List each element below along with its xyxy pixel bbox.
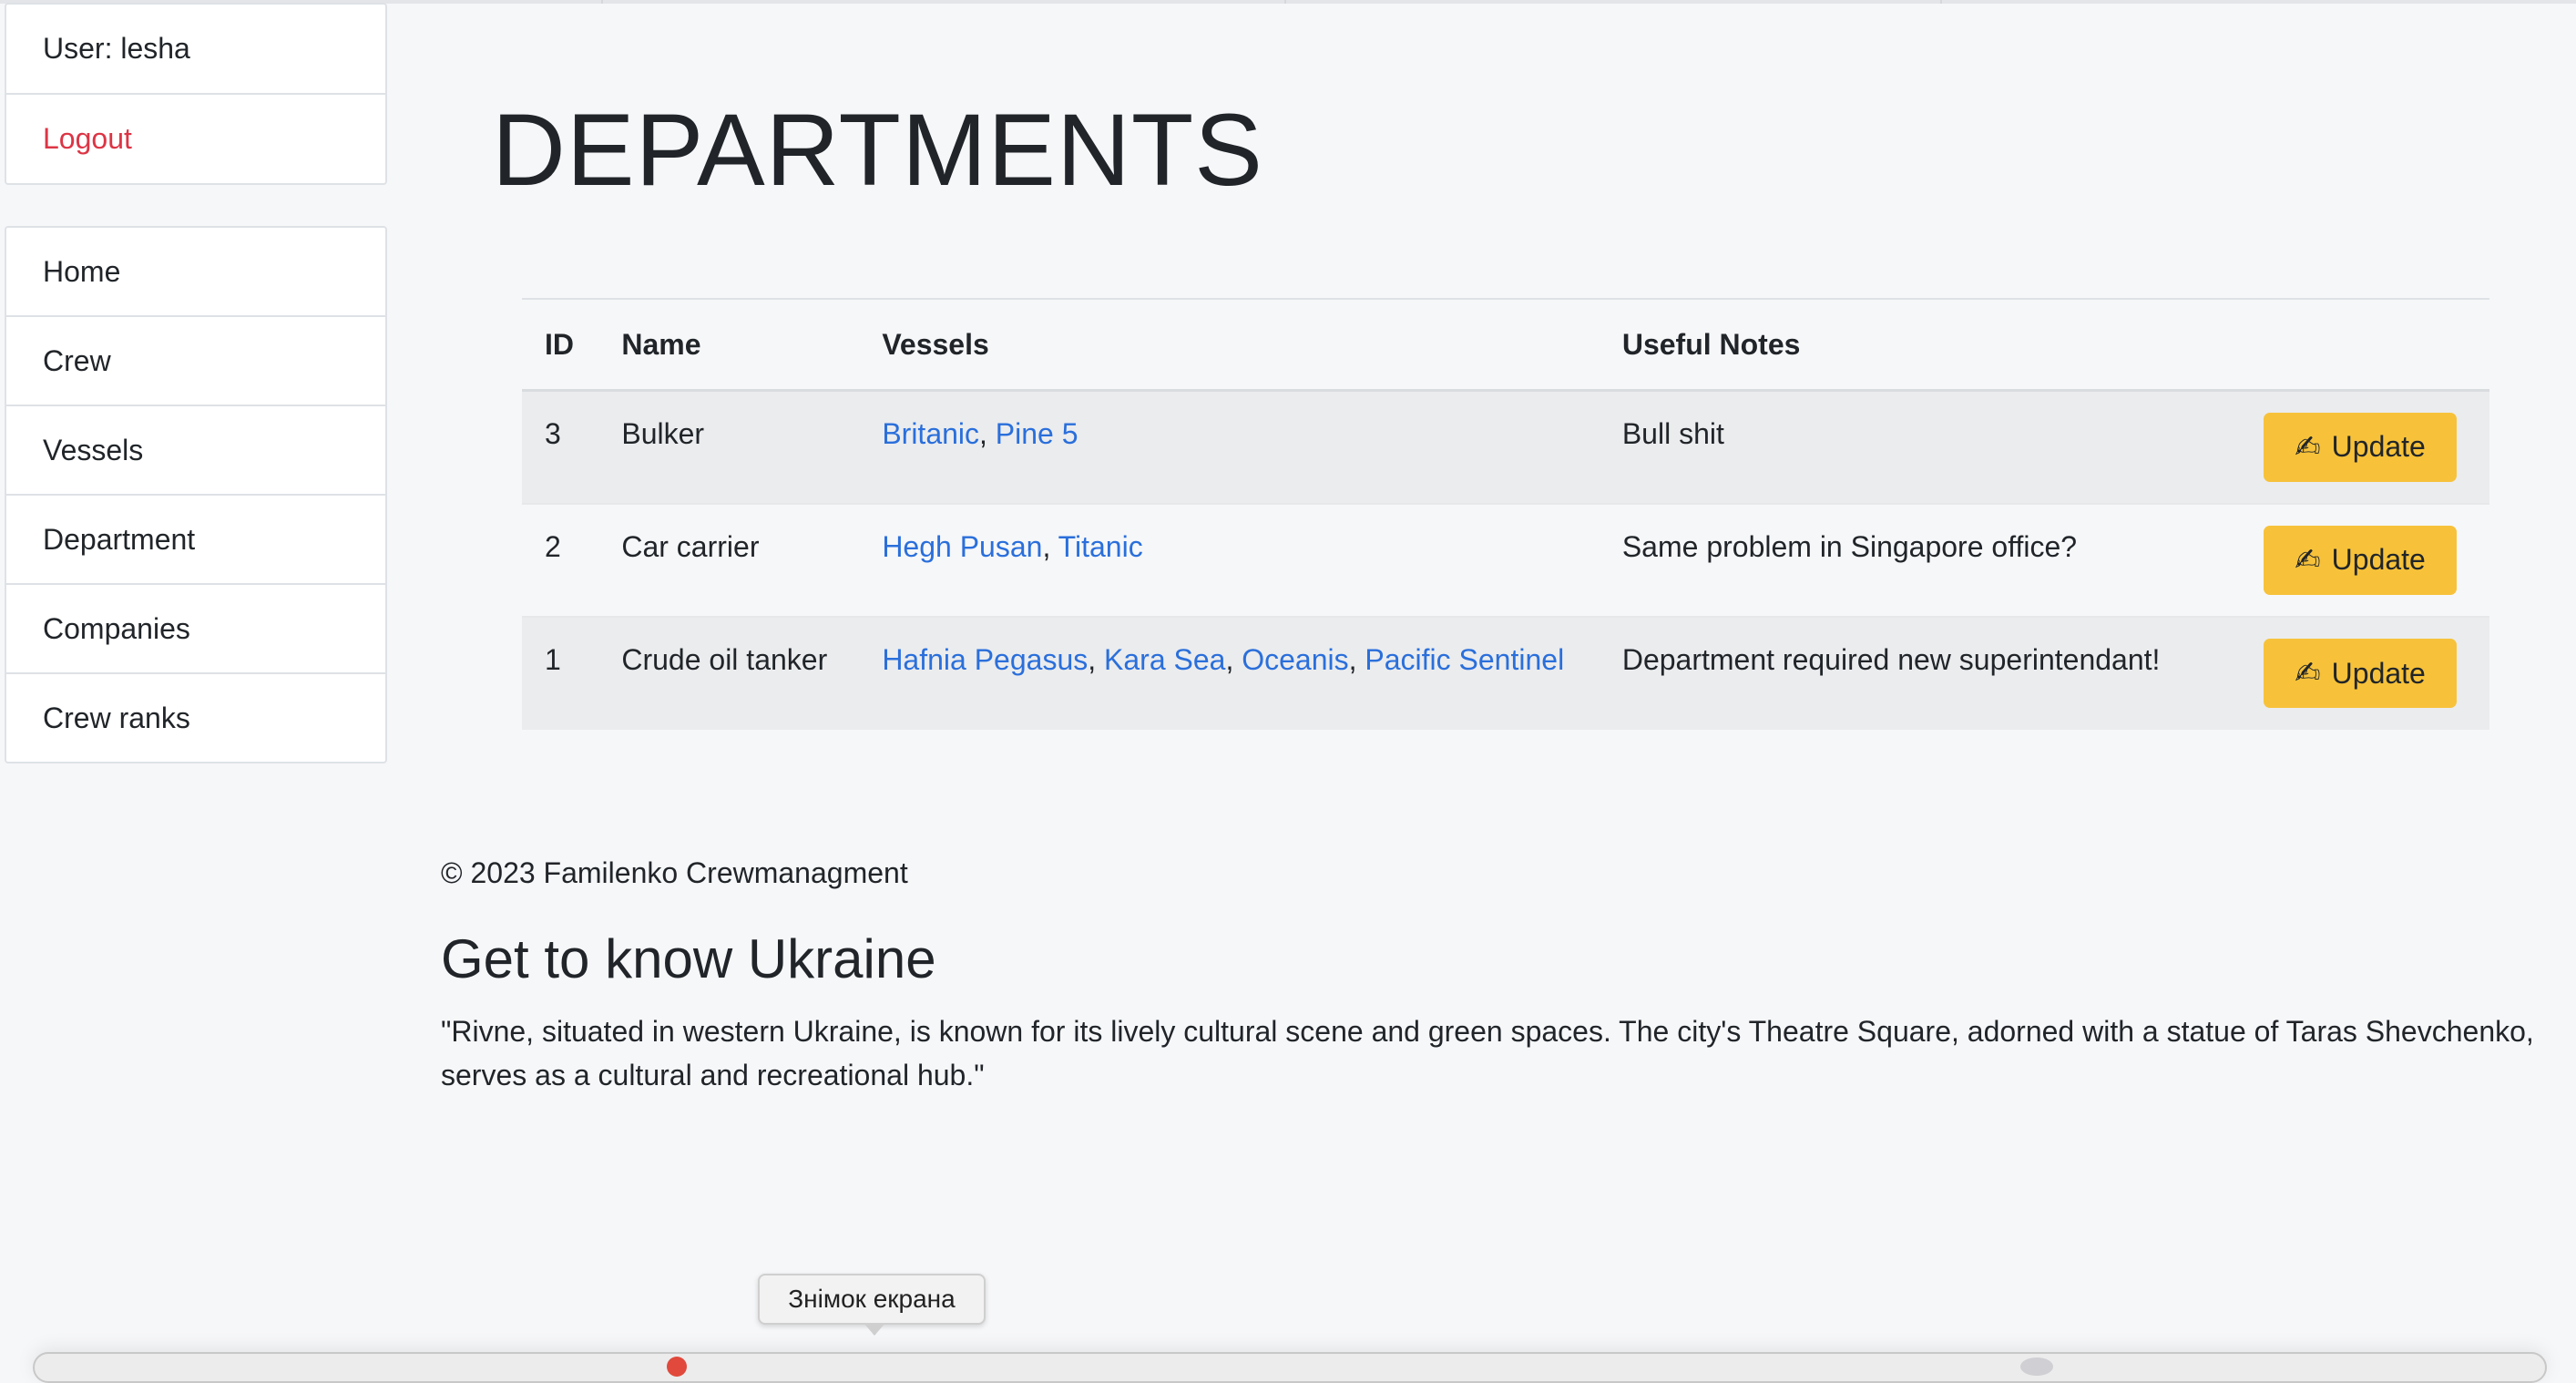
update-button-label: Update xyxy=(2331,656,2426,690)
departments-table: ID Name Vessels Useful Notes 3 Bulker Br… xyxy=(522,298,2489,730)
cell-vessels: Hegh Pusan, Titanic xyxy=(859,503,1600,618)
dock-app-icon[interactable] xyxy=(2020,1357,2053,1376)
sidebar-item-department[interactable]: Department xyxy=(6,496,385,585)
update-button[interactable]: ✍ Update xyxy=(2264,412,2457,482)
vessel-link[interactable]: Hafnia Pegasus xyxy=(882,643,1088,676)
page-title: DEPARTMENTS xyxy=(492,93,1263,207)
header-actions xyxy=(2241,300,2489,392)
screenshot-tooltip: Знімок екрана xyxy=(758,1274,986,1325)
writing-hand-icon: ✍ xyxy=(2295,542,2321,578)
update-button[interactable]: ✍ Update xyxy=(2264,525,2457,595)
vessel-link[interactable]: Pine 5 xyxy=(996,417,1078,450)
ukraine-heading: Get to know Ukraine xyxy=(441,928,936,989)
header-name: Name xyxy=(598,300,860,392)
vessel-link[interactable]: Britanic xyxy=(882,417,979,450)
top-border-divider xyxy=(1940,0,1942,4)
cell-notes: Same problem in Singapore office? xyxy=(1599,503,2241,618)
cell-id: 1 xyxy=(522,616,599,730)
writing-hand-icon: ✍ xyxy=(2295,656,2321,691)
vessel-link[interactable]: Titanic xyxy=(1058,530,1143,563)
dock-bar xyxy=(33,1352,2547,1383)
header-id: ID xyxy=(522,300,599,392)
top-border-divider xyxy=(1284,0,1286,4)
vessel-link[interactable]: Kara Sea xyxy=(1104,643,1225,676)
cell-id: 2 xyxy=(522,503,599,618)
table-row: 1 Crude oil tanker Hafnia Pegasus, Kara … xyxy=(522,616,2489,730)
sidebar-item-crew[interactable]: Crew xyxy=(6,317,385,406)
header-notes: Useful Notes xyxy=(1599,300,2241,392)
cell-actions: ✍ Update xyxy=(2241,390,2489,505)
cell-actions: ✍ Update xyxy=(2241,616,2489,730)
sidebar-item-home[interactable]: Home xyxy=(6,228,385,317)
table-row: 2 Car carrier Hegh Pusan, Titanic Same p… xyxy=(522,503,2489,618)
cell-name: Car carrier xyxy=(598,503,860,618)
copyright-text: © 2023 Familenko Crewmanagment xyxy=(441,856,908,889)
ukraine-fact-text: "Rivne, situated in western Ukraine, is … xyxy=(441,1015,2534,1091)
cell-actions: ✍ Update xyxy=(2241,503,2489,618)
tooltip-arrow xyxy=(864,1323,885,1336)
sidebar-item-vessels[interactable]: Vessels xyxy=(6,406,385,496)
logout-link[interactable]: Logout xyxy=(6,95,385,183)
sidebar-nav: Home Crew Vessels Department Companies C… xyxy=(5,226,387,763)
vessel-link[interactable]: Hegh Pusan xyxy=(882,530,1042,563)
top-border xyxy=(0,0,2576,4)
vessel-link[interactable]: Oceanis xyxy=(1242,643,1348,676)
dock-app-icon[interactable] xyxy=(667,1357,687,1377)
user-panel: User: lesha Logout xyxy=(5,3,387,185)
table-header-row: ID Name Vessels Useful Notes xyxy=(522,300,2489,392)
user-label: User: lesha xyxy=(6,5,385,95)
header-vessels: Vessels xyxy=(859,300,1600,392)
top-border-divider xyxy=(601,0,603,4)
writing-hand-icon: ✍ xyxy=(2295,429,2321,465)
cell-notes: Department required new superintendant! xyxy=(1599,616,2241,730)
update-button-label: Update xyxy=(2331,543,2426,576)
vessel-link[interactable]: Pacific Sentinel xyxy=(1365,643,1564,676)
update-button[interactable]: ✍ Update xyxy=(2264,639,2457,708)
sidebar-item-companies[interactable]: Companies xyxy=(6,585,385,674)
cell-name: Bulker xyxy=(598,390,860,505)
cell-vessels: Britanic, Pine 5 xyxy=(859,390,1600,505)
table-row: 3 Bulker Britanic, Pine 5 Bull shit ✍ Up… xyxy=(522,390,2489,505)
cell-notes: Bull shit xyxy=(1599,390,2241,505)
cell-name: Crude oil tanker xyxy=(598,616,860,730)
cell-vessels: Hafnia Pegasus, Kara Sea, Oceanis, Pacif… xyxy=(859,616,1600,730)
update-button-label: Update xyxy=(2331,430,2426,464)
sidebar-item-crew-ranks[interactable]: Crew ranks xyxy=(6,674,385,762)
cell-id: 3 xyxy=(522,390,599,505)
